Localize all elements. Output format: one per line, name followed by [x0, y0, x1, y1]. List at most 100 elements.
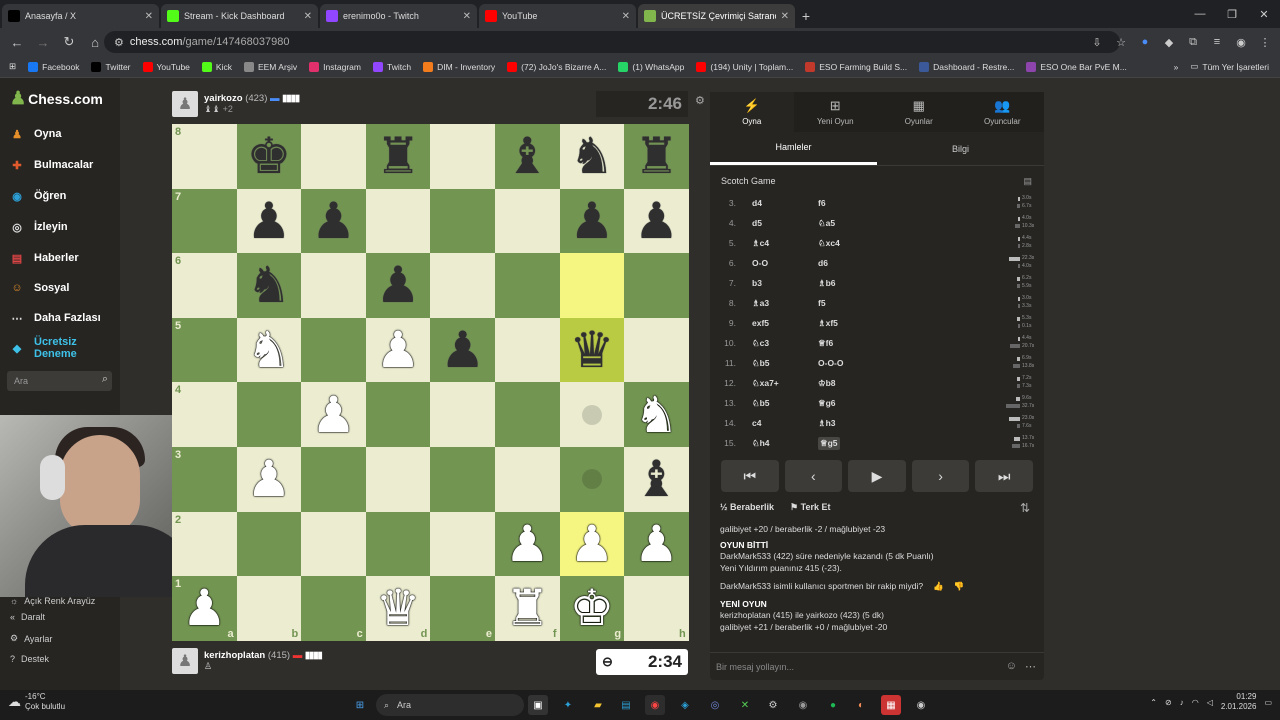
- black-rook-piece[interactable]: ♜: [376, 131, 421, 181]
- move-hint-dot[interactable]: [581, 404, 602, 425]
- last-move-button[interactable]: ⏭: [975, 460, 1033, 492]
- board-square[interactable]: [301, 511, 366, 577]
- sidebar-item-watch[interactable]: ◎ İzleyin: [8, 218, 67, 236]
- player-name[interactable]: kerizhoplatan (415) ▬ ▮▮▮▮: [204, 650, 323, 661]
- board-square[interactable]: ♟: [494, 511, 560, 577]
- board-square[interactable]: [301, 317, 366, 383]
- home-icon[interactable]: ⌂: [84, 31, 106, 53]
- site-info-icon[interactable]: ⚙: [114, 36, 124, 49]
- black-move[interactable]: ♗h3: [818, 418, 836, 429]
- board-square[interactable]: ♞: [624, 382, 689, 447]
- white-pawn-piece[interactable]: ♟: [182, 583, 227, 633]
- board-square[interactable]: 7: [172, 188, 237, 254]
- notification-icon[interactable]: ▭: [1264, 698, 1272, 707]
- board-square[interactable]: 2: [172, 511, 237, 577]
- board-square[interactable]: ♞: [559, 124, 625, 189]
- close-tab-icon[interactable]: ✕: [304, 11, 312, 22]
- board-square[interactable]: ♜: [624, 124, 689, 189]
- board-square[interactable]: ♟: [301, 188, 366, 254]
- prev-move-button[interactable]: ‹: [784, 460, 843, 492]
- network-icon[interactable]: ⊘: [1165, 698, 1172, 707]
- board-square[interactable]: [559, 253, 625, 318]
- board-square[interactable]: [494, 446, 560, 512]
- black-move[interactable]: ♕g6: [818, 398, 836, 409]
- bookmark-item[interactable]: YouTube: [138, 61, 195, 72]
- board-square[interactable]: b: [236, 576, 302, 641]
- white-pawn-piece[interactable]: ♟: [505, 519, 550, 569]
- board-square[interactable]: ♟: [236, 446, 302, 512]
- white-move[interactable]: d5: [752, 218, 762, 228]
- discord-icon[interactable]: ◎: [705, 695, 725, 715]
- player-name[interactable]: yairkozo (423) ▬ ▮▮▮▮: [204, 93, 300, 104]
- black-pawn-piece[interactable]: ♟: [246, 196, 291, 246]
- board-square[interactable]: 1 a ♟: [172, 576, 237, 641]
- black-move[interactable]: d6: [818, 258, 828, 268]
- bookmark-item[interactable]: Dashboard - Restre...: [914, 61, 1019, 72]
- board-square[interactable]: [430, 511, 495, 577]
- board-square[interactable]: 6: [172, 253, 237, 318]
- white-move[interactable]: ♗a3: [752, 298, 769, 309]
- white-king-piece[interactable]: ♚: [569, 583, 614, 633]
- close-tab-icon[interactable]: ✕: [463, 11, 471, 22]
- black-move[interactable]: f6: [818, 198, 826, 208]
- minimize-icon[interactable]: —: [1184, 0, 1216, 28]
- more-bookmarks-icon[interactable]: »: [1169, 62, 1184, 72]
- board-square[interactable]: ♞: [236, 317, 302, 383]
- black-rook-piece[interactable]: ♜: [634, 131, 679, 181]
- avatar[interactable]: ♟: [172, 648, 198, 674]
- windows-start-icon[interactable]: ⊞: [350, 695, 370, 715]
- xbox-icon[interactable]: ✕: [735, 695, 755, 715]
- board-square[interactable]: [624, 253, 689, 318]
- white-move[interactable]: ♘c3: [752, 338, 769, 349]
- bookmark-item[interactable]: DIM - Inventory: [418, 61, 500, 72]
- board-square[interactable]: 5: [172, 317, 237, 383]
- url-input[interactable]: ⚙ chess.com/game/147468037980: [104, 31, 1120, 53]
- extension-icon[interactable]: ◆: [1160, 31, 1178, 53]
- thumbs-down-icon[interactable]: 👎: [954, 581, 965, 593]
- thumbs-up-icon[interactable]: 👍: [933, 581, 944, 593]
- board-square[interactable]: ♟: [559, 188, 625, 254]
- black-move[interactable]: ♗b6: [818, 278, 836, 289]
- more-icon[interactable]: ⋯: [1025, 660, 1036, 673]
- sidebar-item-puzzle[interactable]: ✚ Bulmacalar: [8, 156, 93, 174]
- board-square[interactable]: e: [430, 576, 495, 641]
- board-square[interactable]: [430, 124, 495, 189]
- taskbar-search[interactable]: ⌕ Ara: [376, 694, 524, 716]
- tab-chess[interactable]: ÜCRETSİZ Çevrimiçi Satranç Oy ✕: [638, 4, 795, 28]
- board-square[interactable]: [430, 382, 495, 447]
- opening-name[interactable]: Scotch Game: [721, 176, 776, 186]
- close-window-icon[interactable]: ✕: [1248, 0, 1280, 28]
- board-square[interactable]: ♟: [365, 317, 431, 383]
- sidebar-item-light-ui[interactable]: ☼ Açık Renk Arayüz: [10, 596, 95, 606]
- new-tab-button[interactable]: +: [795, 4, 817, 28]
- next-move-button[interactable]: ›: [911, 460, 970, 492]
- white-pawn-piece[interactable]: ♟: [569, 519, 614, 569]
- black-move[interactable]: ♕f6: [818, 338, 833, 349]
- black-pawn-piece[interactable]: ♟: [634, 196, 679, 246]
- board-square[interactable]: [365, 188, 431, 254]
- menu-icon[interactable]: ⋮: [1256, 31, 1274, 53]
- chevron-up-icon[interactable]: ⌃: [1150, 698, 1157, 707]
- bookmark-item[interactable]: Twitter: [86, 61, 135, 72]
- media-icon[interactable]: ≡: [1208, 31, 1226, 53]
- board-square[interactable]: [430, 446, 495, 512]
- mic-icon[interactable]: ♪: [1180, 698, 1184, 707]
- bookmark-item[interactable]: ESO Farming Build S...: [800, 61, 912, 72]
- board-square[interactable]: ♞: [236, 253, 302, 318]
- black-move[interactable]: ♘a5: [818, 218, 835, 229]
- chess-board[interactable]: 8 ♚ ♜ ♝ ♞ ♜ 7 ♟ ♟ ♟ ♟ 6 ♞ ♟ 5 ♞ ♟ ♟ ♛ 4 ♟ ♞ 3 ♟ ♝ 2 ♟ ♟ ♟ 1 a ♟ b c d ♛ e f ♜ g…: [172, 124, 689, 641]
- bookmark-item[interactable]: Instagram: [304, 61, 366, 72]
- board-square[interactable]: [430, 253, 495, 318]
- board-square[interactable]: [430, 188, 495, 254]
- black-bishop-piece[interactable]: ♝: [634, 454, 679, 504]
- board-square[interactable]: ♟: [624, 511, 689, 577]
- puzzle-extensions-icon[interactable]: ⧉: [1184, 31, 1202, 53]
- forward-icon[interactable]: →: [32, 31, 54, 53]
- board-square[interactable]: [559, 446, 625, 512]
- app-icon[interactable]: ◈: [675, 695, 695, 715]
- board-square[interactable]: ♝: [494, 124, 560, 189]
- tab-youtube[interactable]: YouTube ✕: [479, 4, 636, 28]
- tab-twitch[interactable]: erenimo0o - Twitch ✕: [320, 4, 477, 28]
- app-icon[interactable]: ◐: [851, 695, 871, 715]
- reload-icon[interactable]: ↻: [58, 31, 80, 53]
